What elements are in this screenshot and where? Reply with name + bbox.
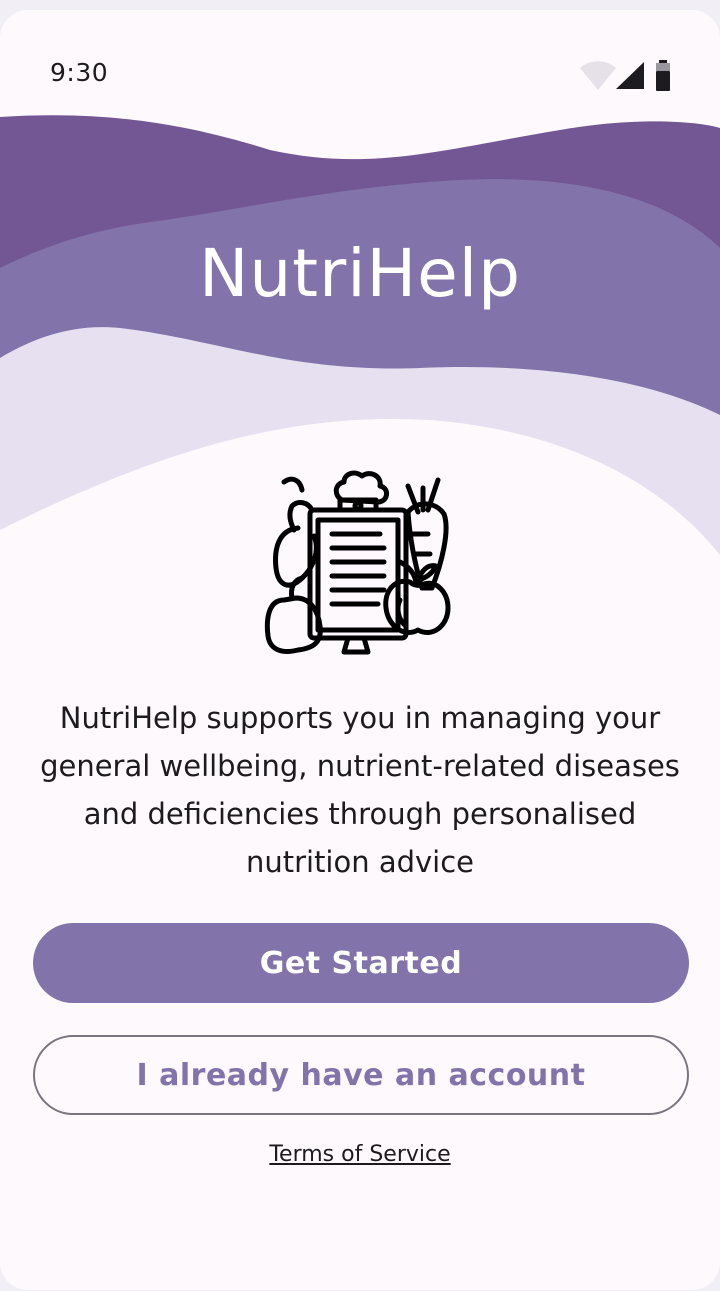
clipboard-vegetables-icon (264, 470, 451, 655)
signal-icon (616, 62, 644, 89)
get-started-button[interactable]: Get Started (33, 923, 689, 1003)
welcome-screen: 9:30 NutriHelp NutriHelp supports you in… (0, 10, 720, 1290)
app-title: NutriHelp (198, 235, 522, 312)
battery-icon (656, 60, 670, 91)
terms-container: Terms of Service (0, 1142, 720, 1167)
wifi-icon (580, 61, 616, 90)
status-icons (580, 60, 670, 91)
app-description: NutriHelp supports you in managing your … (40, 701, 680, 879)
status-time: 9:30 (50, 58, 109, 87)
existing-account-button[interactable]: I already have an account (33, 1035, 689, 1115)
status-bar: 9:30 (0, 10, 720, 110)
terms-of-service-link[interactable]: Terms of Service (269, 1142, 450, 1167)
